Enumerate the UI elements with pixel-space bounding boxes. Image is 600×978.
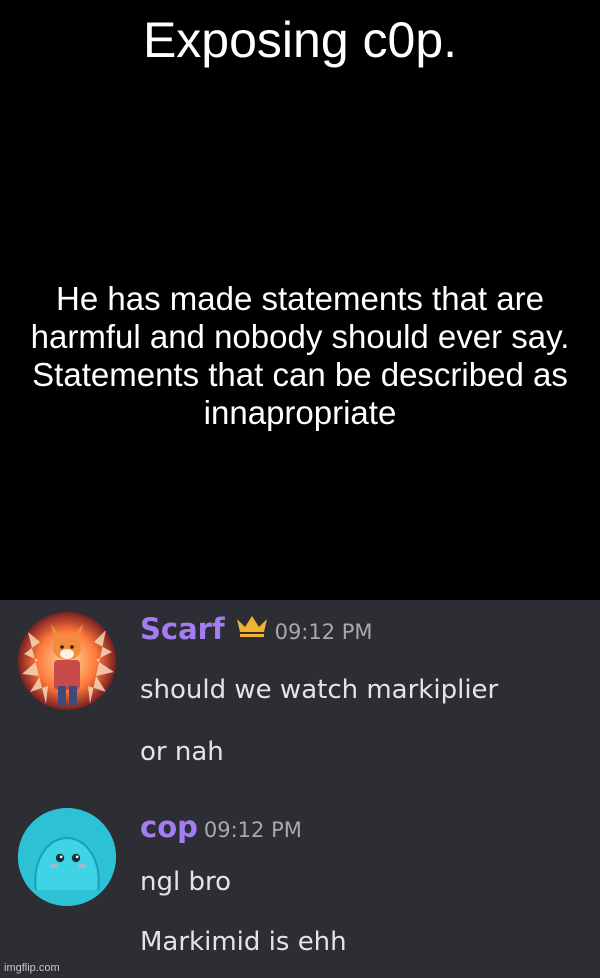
scarf-avatar[interactable] bbox=[18, 612, 116, 710]
message-text: should we watch markiplier bbox=[140, 675, 499, 705]
meme-title: Exposing c0p. bbox=[142, 12, 458, 68]
fox-avatar-icon bbox=[18, 612, 116, 710]
username-scarf[interactable]: Scarf bbox=[140, 612, 225, 646]
crown-icon bbox=[235, 613, 269, 639]
message-text: Markimid is ehh bbox=[140, 927, 347, 957]
meme-image: Exposing c0p. He has made statements tha… bbox=[0, 0, 600, 978]
message-timestamp: 09:12 PM bbox=[274, 620, 373, 644]
cop-message-header: cop 09:12 PM bbox=[140, 810, 302, 844]
imgflip-watermark: imgflip.com bbox=[4, 962, 60, 974]
message-text: ngl bro bbox=[140, 867, 231, 897]
cop-avatar[interactable] bbox=[18, 808, 116, 906]
username-cop[interactable]: cop bbox=[140, 810, 198, 844]
blob-creature-avatar-icon bbox=[18, 808, 116, 906]
chat-screenshot: Scarf 09:12 PM should we watch markiplie… bbox=[0, 600, 600, 978]
scarf-message-header: Scarf 09:12 PM bbox=[140, 612, 373, 646]
caption-panel: Exposing c0p. He has made statements tha… bbox=[0, 0, 600, 600]
meme-body-text: He has made statements that are harmful … bbox=[30, 280, 570, 431]
message-timestamp: 09:12 PM bbox=[203, 818, 302, 842]
message-text: or nah bbox=[140, 737, 224, 767]
